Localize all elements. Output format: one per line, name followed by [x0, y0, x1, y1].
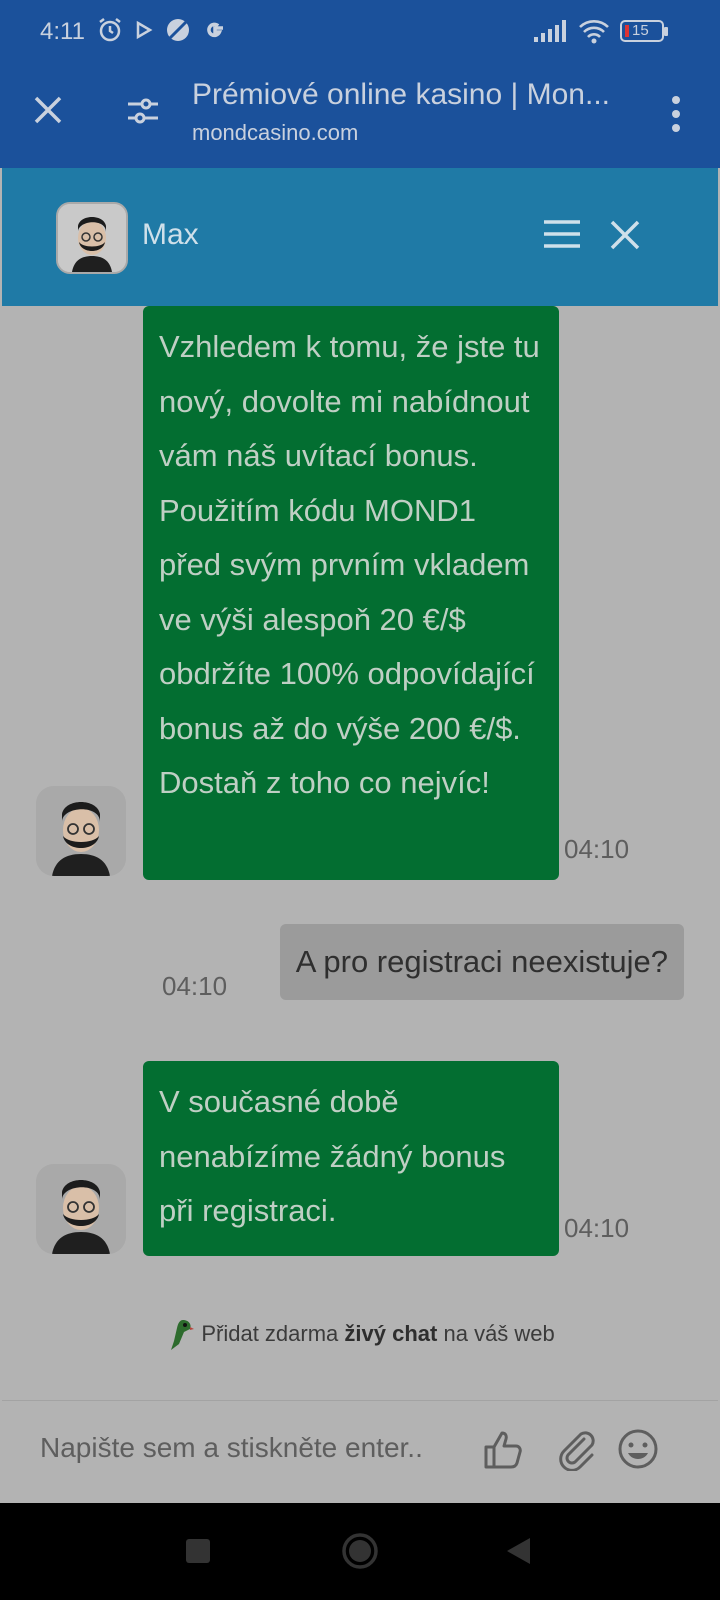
recents-icon[interactable] [185, 1538, 211, 1564]
message-time: 04:10 [564, 1213, 630, 1243]
status-icons-left [96, 16, 228, 44]
message-text: V současné době nenabízíme žádný bonus p… [159, 1084, 506, 1228]
back-icon[interactable] [504, 1536, 532, 1566]
alarm-icon [99, 18, 121, 42]
close-tab-icon[interactable] [30, 92, 66, 128]
promo-bold: živý chat [344, 1320, 438, 1346]
google-icon [207, 22, 223, 38]
status-time: 4:11 [40, 18, 85, 45]
parrot-logo-icon [171, 1320, 195, 1350]
more-vert-icon[interactable] [670, 94, 682, 134]
agent-message-bubble: V současné době nenabízíme žádný bonus p… [143, 1061, 559, 1256]
promo-suffix: na váš web [443, 1320, 555, 1346]
play-icon [136, 20, 153, 40]
thumbs-up-icon[interactable] [482, 1427, 526, 1471]
status-bar: 4:11 15 [0, 0, 720, 68]
paperclip-icon[interactable] [554, 1427, 598, 1471]
system-navigation-bar [0, 1503, 720, 1600]
message-time: 04:10 [162, 971, 228, 1001]
promo-prefix: Přidat zdarma [201, 1320, 339, 1346]
promo-link[interactable]: Přidat zdarma živý chat na váš web [2, 1318, 718, 1352]
user-message-bubble: A pro registraci neexistuje? [279, 924, 684, 1000]
agent-message-bubble: Vzhledem k tomu, že jste tu nový, dovolt… [143, 306, 559, 880]
agent-face-icon [58, 204, 126, 272]
page-title: Prémiové online kasino | Mon... [192, 78, 610, 111]
chat-header: Max [2, 168, 718, 306]
emoji-icon[interactable] [616, 1427, 660, 1471]
page-url[interactable]: mondcasino.com [192, 120, 358, 146]
agent-face-icon [36, 1164, 126, 1254]
message-text: A pro registraci neexistuje? [295, 944, 668, 979]
hamburger-menu-icon[interactable] [542, 218, 582, 250]
status-icons-right: 15 [534, 18, 668, 44]
home-icon[interactable] [341, 1532, 379, 1570]
chat-widget: Max Vzhledem k tomu, že jste tu nový, do… [2, 168, 718, 1504]
agent-message-avatar [36, 786, 126, 876]
message-composer [2, 1400, 718, 1504]
agent-face-icon [36, 786, 126, 876]
close-chat-icon[interactable] [608, 218, 642, 252]
site-settings-icon[interactable] [126, 94, 160, 128]
agent-name: Max [142, 218, 199, 251]
battery-level: 15 [632, 22, 649, 39]
browser-toolbar: Prémiové online kasino | Mon... mondcasi… [0, 68, 720, 168]
no-data-icon [167, 19, 189, 41]
signal-icon [534, 20, 566, 42]
agent-avatar [56, 202, 128, 274]
agent-message-avatar [36, 1164, 126, 1254]
message-input[interactable] [38, 1431, 462, 1465]
message-text: Vzhledem k tomu, že jste tu nový, dovolt… [159, 329, 540, 800]
battery-icon: 15 [620, 20, 668, 42]
wifi-icon [579, 20, 609, 44]
message-time: 04:10 [564, 834, 630, 864]
